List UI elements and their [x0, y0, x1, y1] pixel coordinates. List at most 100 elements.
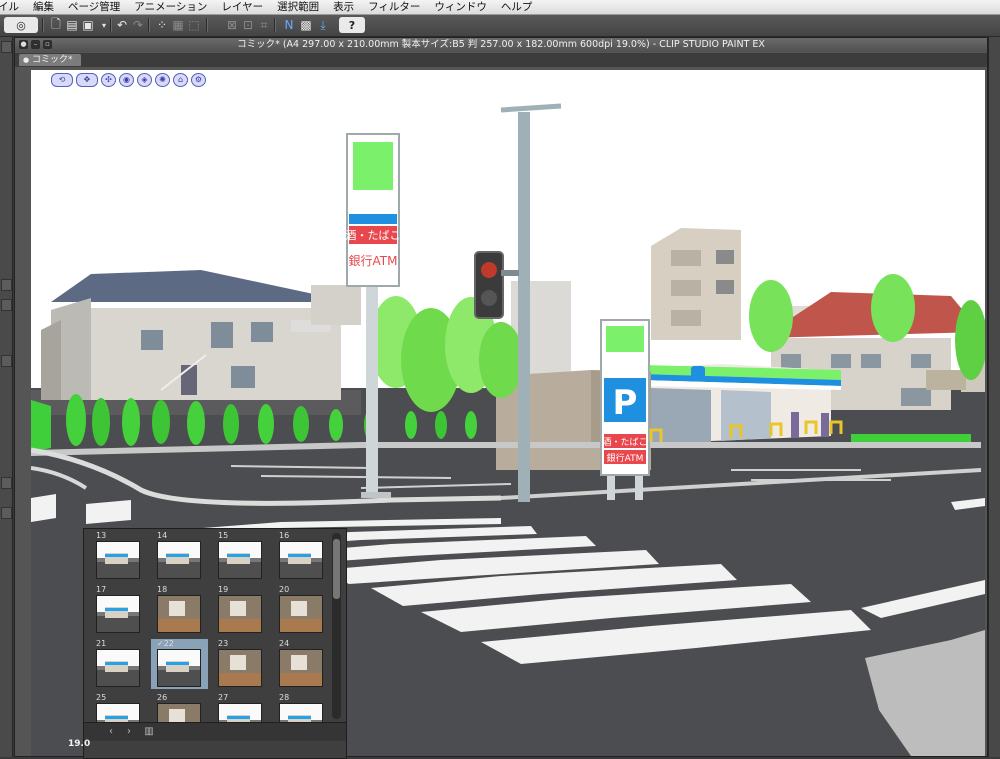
page-thumbnail-image — [157, 541, 201, 579]
camera-zoom-icon[interactable]: ◉ — [119, 73, 134, 87]
undo-icon[interactable]: ↶ — [114, 17, 130, 33]
tab-comic[interactable]: ● コミック* — [19, 54, 81, 66]
command-bar: ◎ 🗋 ▤ ▣ ▾ ↶ ↷ ⁘ ▦ ⬚ ⊠ ⊡ ⌗ N ▩ ⤓ ? — [0, 15, 1000, 37]
camera-pan-icon[interactable]: ✥ — [76, 73, 98, 87]
crop-icon[interactable]: ⌗ — [256, 17, 272, 33]
page-number: 16 — [279, 531, 290, 540]
page-thumbnail[interactable]: 18 — [151, 585, 208, 635]
save-icon[interactable]: ▣ — [80, 17, 96, 33]
page-number: 13 — [96, 531, 107, 540]
page-thumbnail[interactable]: 23 — [212, 639, 269, 689]
camera-navigation-icons: ⟲ ✥ ✣ ◉ ◈ ✺ ⌂ ⚙ — [51, 73, 206, 87]
page-thumbnail[interactable]: ✓22 — [151, 639, 208, 689]
page-number: 17 — [96, 585, 107, 594]
left-dock-strip — [0, 37, 13, 757]
menu-page-management[interactable]: ページ管理 — [61, 0, 127, 14]
page-number: 24 — [279, 639, 290, 648]
clear-icon[interactable]: ⁘ — [154, 17, 170, 33]
tab-dot-icon: ● — [23, 56, 30, 64]
next-page-icon[interactable]: › — [122, 726, 136, 738]
canvas-window-titlebar: ● – ▫ コミック* (A4 297.00 x 210.00mm 製本サイズ:… — [15, 38, 987, 52]
page-thumbnail-image — [157, 595, 201, 633]
toolbar-divider — [274, 18, 276, 32]
snap-to-ruler-icon[interactable]: N — [281, 17, 297, 33]
camera-object-icon[interactable]: ◈ — [137, 73, 152, 87]
camera-settings-icon[interactable]: ⚙ — [191, 73, 206, 87]
page-thumbnail-image — [218, 649, 262, 687]
snap-to-grid-icon[interactable]: ▩ — [298, 17, 314, 33]
open-file-icon[interactable]: ▤ — [64, 17, 80, 33]
help-button[interactable]: ? — [339, 17, 365, 33]
menu-file[interactable]: イル — [0, 0, 26, 14]
page-thumbnail-image — [157, 649, 201, 687]
small-sign-text-atm: 銀行ATM — [607, 452, 644, 464]
page-thumbnail-image — [218, 595, 262, 633]
menu-bar: イル 編集 ページ管理 アニメーション レイヤー 選択範囲 表示 フィルター ウ… — [0, 0, 1000, 15]
menu-layer[interactable]: レイヤー — [214, 0, 270, 14]
page-number: 26 — [157, 693, 168, 702]
page-manager-panel: 13 14 15 16 17 18 19 20 21 ✓22 23 24 25 26 27 28 ‹ › ▥ — [83, 528, 347, 759]
redo-icon[interactable]: ↷ — [130, 17, 146, 33]
camera-rotate-icon[interactable]: ⟲ — [51, 73, 73, 87]
menu-window[interactable]: ウィンドウ — [427, 0, 494, 14]
page-thumbnail[interactable]: 14 — [151, 531, 208, 581]
close-icon[interactable]: ● — [19, 40, 28, 49]
zoom-percentage: 19.0 — [68, 739, 91, 749]
dock-tool-icon[interactable] — [1, 507, 12, 519]
parking-sign: P 酒・たばこ 銀行ATM — [600, 319, 650, 500]
camera-move-icon[interactable]: ✣ — [101, 73, 116, 87]
clip-studio-logo-icon[interactable]: ◎ — [4, 17, 38, 33]
page-manager-scrollbar[interactable] — [332, 533, 341, 719]
fill-icon[interactable]: ▦ — [170, 17, 186, 33]
menu-selection[interactable]: 選択範囲 — [270, 0, 326, 14]
toolbar-divider — [206, 18, 208, 32]
page-thumbnail-image — [279, 595, 323, 633]
snap-to-perspective-icon[interactable]: ⤓ — [315, 17, 331, 33]
page-thumbnail[interactable]: 24 — [273, 639, 330, 689]
page-thumbnail-image — [96, 649, 140, 687]
page-thumbnail-image — [279, 541, 323, 579]
camera-reset-icon[interactable]: ⌂ — [173, 73, 188, 87]
transform-icon[interactable]: ⬚ — [186, 17, 202, 33]
dock-tool-icon[interactable] — [1, 279, 12, 291]
dock-collapse-icon[interactable] — [1, 41, 12, 53]
menu-animation[interactable]: アニメーション — [127, 0, 214, 14]
page-number: 28 — [279, 693, 290, 702]
page-thumbnail[interactable]: 19 — [212, 585, 269, 635]
menu-view[interactable]: 表示 — [326, 0, 361, 14]
previous-page-icon[interactable]: ‹ — [104, 726, 118, 738]
sign-text-alcohol-tobacco: 酒・たばこ — [346, 229, 401, 242]
dock-tool-icon[interactable] — [1, 355, 12, 367]
dock-tool-icon[interactable] — [1, 477, 12, 489]
page-thumbnail[interactable]: 16 — [273, 531, 330, 581]
page-thumbnail-image — [96, 541, 140, 579]
new-file-icon[interactable]: 🗋 — [48, 17, 64, 33]
page-number: 20 — [279, 585, 290, 594]
page-thumbnail[interactable]: 15 — [212, 531, 269, 581]
page-thumbnail[interactable]: 21 — [90, 639, 147, 689]
page-list-icon[interactable]: ▥ — [142, 726, 156, 738]
window-title: コミック* (A4 297.00 x 210.00mm 製本サイズ:B5 判 2… — [237, 39, 765, 50]
menu-filter[interactable]: フィルター — [361, 0, 427, 14]
invert-selection-icon[interactable]: ⊡ — [240, 17, 256, 33]
deselect-icon[interactable]: ⊠ — [224, 17, 240, 33]
page-thumbnail-image — [96, 595, 140, 633]
camera-light-icon[interactable]: ✺ — [155, 73, 170, 87]
toolbar-divider — [110, 18, 112, 32]
small-sign-text-alcohol-tobacco: 酒・たばこ — [602, 437, 647, 448]
menu-help[interactable]: ヘルプ — [494, 0, 540, 14]
page-number: 21 — [96, 639, 107, 648]
page-thumbnail[interactable]: 17 — [90, 585, 147, 635]
page-number: 18 — [157, 585, 168, 594]
page-number: 14 — [157, 531, 168, 540]
sign-text-atm: 銀行ATM — [349, 254, 398, 268]
page-thumbnail[interactable]: 20 — [273, 585, 330, 635]
maximize-icon[interactable]: ▫ — [43, 40, 52, 49]
menu-edit[interactable]: 編集 — [26, 0, 61, 14]
page-thumbnail-image — [218, 541, 262, 579]
page-thumbnail[interactable]: 13 — [90, 531, 147, 581]
minimize-icon[interactable]: – — [31, 40, 40, 49]
dock-tool-icon[interactable] — [1, 299, 12, 311]
scrollbar-thumb[interactable] — [333, 539, 340, 599]
page-number: 19 — [218, 585, 229, 594]
